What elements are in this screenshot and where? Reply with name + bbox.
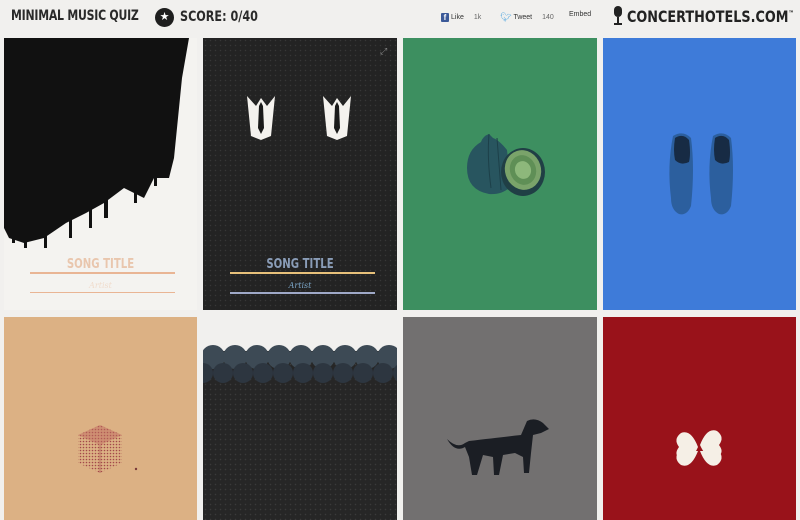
song-title-label: SONG TITLE	[266, 257, 334, 272]
quiz-card-8[interactable]	[603, 317, 796, 520]
twitter-bird-icon: 🐦︎	[500, 11, 512, 22]
quiz-card-2[interactable]: ⤢ SONG TITLE Artist	[203, 38, 397, 310]
artist-underline	[230, 292, 375, 294]
facebook-like-count: 1k	[473, 13, 482, 21]
black-dog-illustration	[447, 419, 549, 475]
artist-label: Artist	[288, 281, 312, 290]
quiz-card-5[interactable]	[4, 317, 197, 520]
facebook-icon: f	[441, 12, 449, 22]
title-underline	[30, 272, 175, 274]
artist-label: Artist	[89, 281, 112, 290]
tweet-button[interactable]: 🐦︎ Tweet 140	[500, 10, 554, 24]
tweet-count: 140	[542, 13, 554, 21]
dotted-cube-illustration	[78, 425, 138, 473]
facebook-like-label: Like	[451, 13, 464, 21]
quiz-card-1[interactable]: SONG TITLE Artist	[4, 38, 197, 310]
four-leaf-clover-illustration	[676, 430, 722, 466]
artist-underline	[30, 292, 175, 293]
title-underline	[230, 272, 375, 274]
app-title[interactable]: MINIMAL MUSIC QUIZ	[11, 8, 139, 24]
facebook-like-button[interactable]: f Like 1k	[441, 10, 481, 24]
brand-logo-link[interactable]: CONCERTHOTELS.COM™	[613, 6, 800, 26]
quiz-card-6[interactable]	[203, 317, 397, 520]
score-display: ★ SCORE: 0/40	[155, 7, 277, 27]
expand-icon[interactable]: ⤢	[380, 46, 390, 56]
quiz-card-3[interactable]	[403, 38, 597, 310]
tweet-label: Tweet	[513, 13, 533, 21]
quiz-card-4[interactable]	[603, 38, 796, 310]
quiz-card-7[interactable]	[403, 317, 597, 520]
embed-link[interactable]: Embed	[569, 11, 591, 18]
score-text: SCORE: 0/40	[180, 9, 258, 25]
song-title-label: SONG TITLE	[66, 257, 135, 272]
clouds-waves-illustration	[203, 317, 397, 383]
onion-illustration	[467, 133, 545, 196]
brand-name: CONCERTHOTELS.COM™	[627, 6, 795, 26]
top-bar: MINIMAL MUSIC QUIZ ★ SCORE: 0/40 f Like …	[0, 0, 800, 36]
microphone-icon	[613, 6, 623, 26]
pair-of-shoes-illustration	[669, 133, 733, 215]
star-icon: ★	[155, 7, 174, 27]
